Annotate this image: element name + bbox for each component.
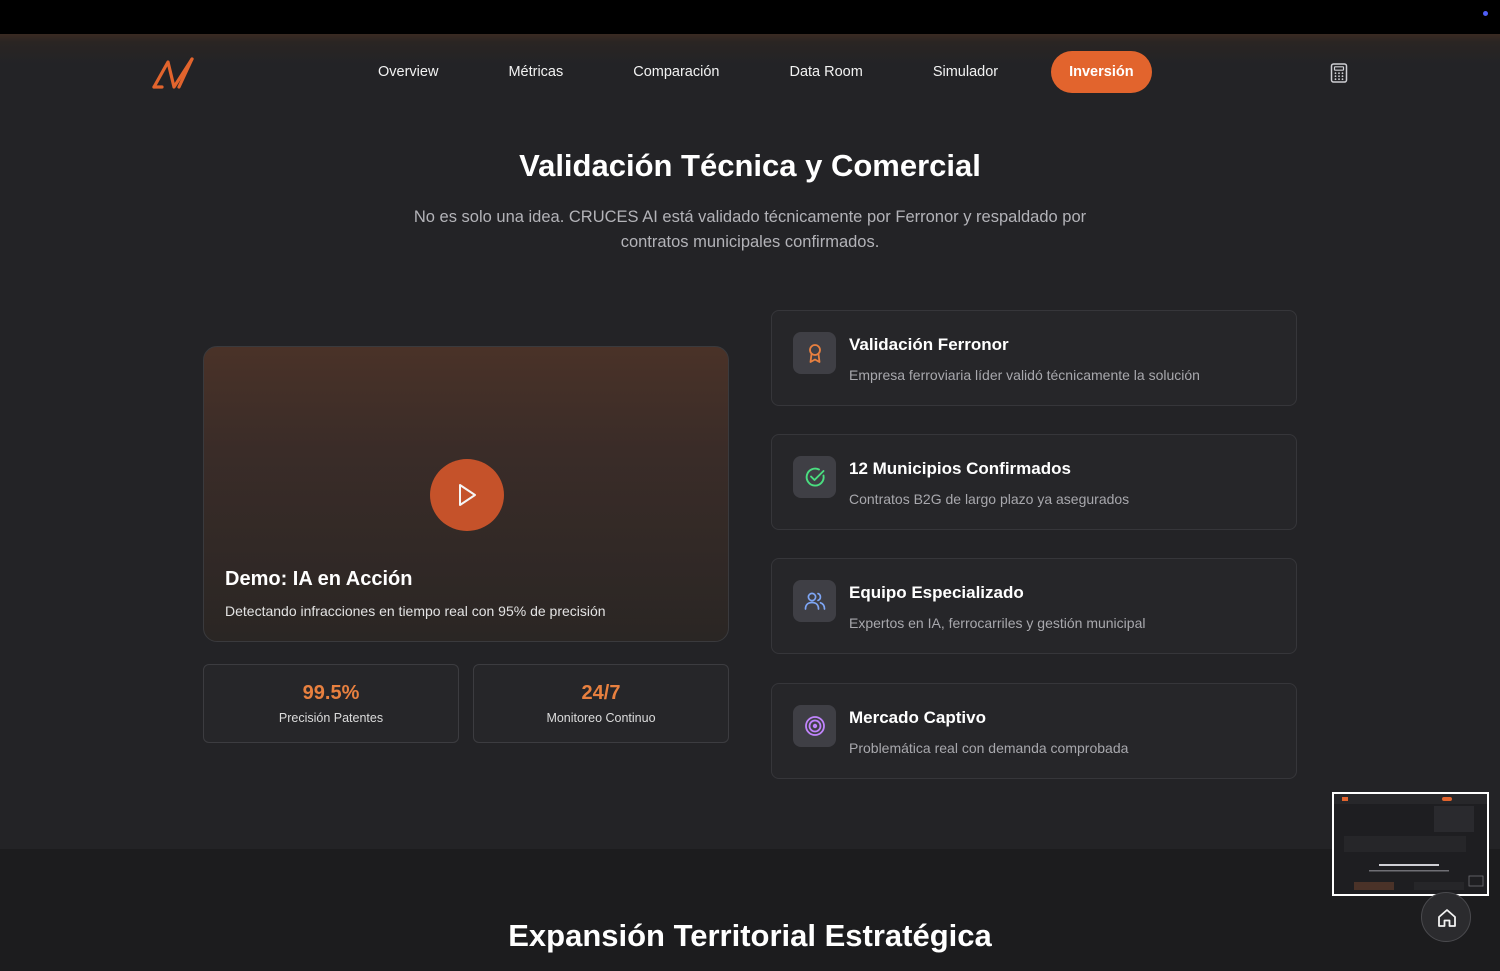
top-bar [0,0,1500,34]
home-button[interactable] [1421,892,1471,942]
page-minimap[interactable] [1332,792,1489,896]
feature-icon-box [793,456,836,498]
nav-link-comparacion[interactable]: Comparación [598,51,754,93]
nav-link-metricas[interactable]: Métricas [473,51,598,93]
validation-title: Validación Técnica y Comercial [519,148,981,183]
feature-icon-box [793,332,836,374]
nav-link-simulador[interactable]: Simulador [898,51,1033,93]
feature-card-ferronor: Validación Ferronor Empresa ferroviaria … [771,310,1297,406]
brand-logo[interactable] [151,56,197,90]
main-navigation: Overview Métricas Comparación Data Room … [0,34,1500,112]
demo-title: Demo: IA en Acción [225,568,413,590]
play-icon [459,484,476,506]
stat-label: Precisión Patentes [278,711,384,725]
nav-link-overview[interactable]: Overview [343,51,473,93]
award-icon [809,344,821,363]
feature-icon-box [793,580,836,622]
validation-subtitle: No es solo una idea. CRUCES AI está vali… [413,208,1087,251]
stat-value: 24/7 [581,682,621,704]
feature-description: Problemática real con demanda comprobada [849,740,1129,756]
feature-description: Contratos B2G de largo plazo ya asegurad… [849,491,1130,507]
calculator-icon[interactable] [1330,63,1348,83]
demo-description: Detectando infracciones en tiempo real c… [225,603,606,619]
play-button[interactable] [430,459,504,531]
feature-card-equipo: Equipo Especializado Expertos en IA, fer… [771,558,1297,654]
stat-card-precision: 99.5% Precisión Patentes [203,664,459,743]
minimap-thumbnail [1334,794,1487,894]
feature-title: Mercado Captivo [849,708,986,727]
feature-card-municipios: 12 Municipios Confirmados Contratos B2G … [771,434,1297,530]
stat-value: 99.5% [302,682,360,704]
home-icon [1438,909,1456,927]
check-circle-icon [805,467,825,487]
feature-icon-box [793,705,836,747]
target-icon [805,716,825,736]
inversion-button[interactable]: Inversión [1051,51,1152,93]
feature-card-mercado: Mercado Captivo Problemática real con de… [771,683,1297,779]
stat-card-monitoring: 24/7 Monitoreo Continuo [473,664,729,743]
nav-link-data-room[interactable]: Data Room [754,51,897,93]
nav-links: Overview Métricas Comparación Data Room … [343,51,1152,93]
feature-description: Empresa ferroviaria líder validó técnica… [849,367,1200,383]
users-icon [804,592,826,610]
feature-description: Expertos en IA, ferrocarriles y gestión … [849,615,1146,631]
stat-label: Monitoreo Continuo [546,711,656,725]
expansion-title: Expansión Territorial Estratégica [508,918,992,953]
feature-title: Validación Ferronor [849,335,1009,354]
status-dot [1483,11,1488,16]
feature-title: Equipo Especializado [849,583,1024,602]
demo-video-card[interactable]: Demo: IA en Acción Detectando infraccion… [203,346,729,642]
feature-title: 12 Municipios Confirmados [849,459,1071,478]
